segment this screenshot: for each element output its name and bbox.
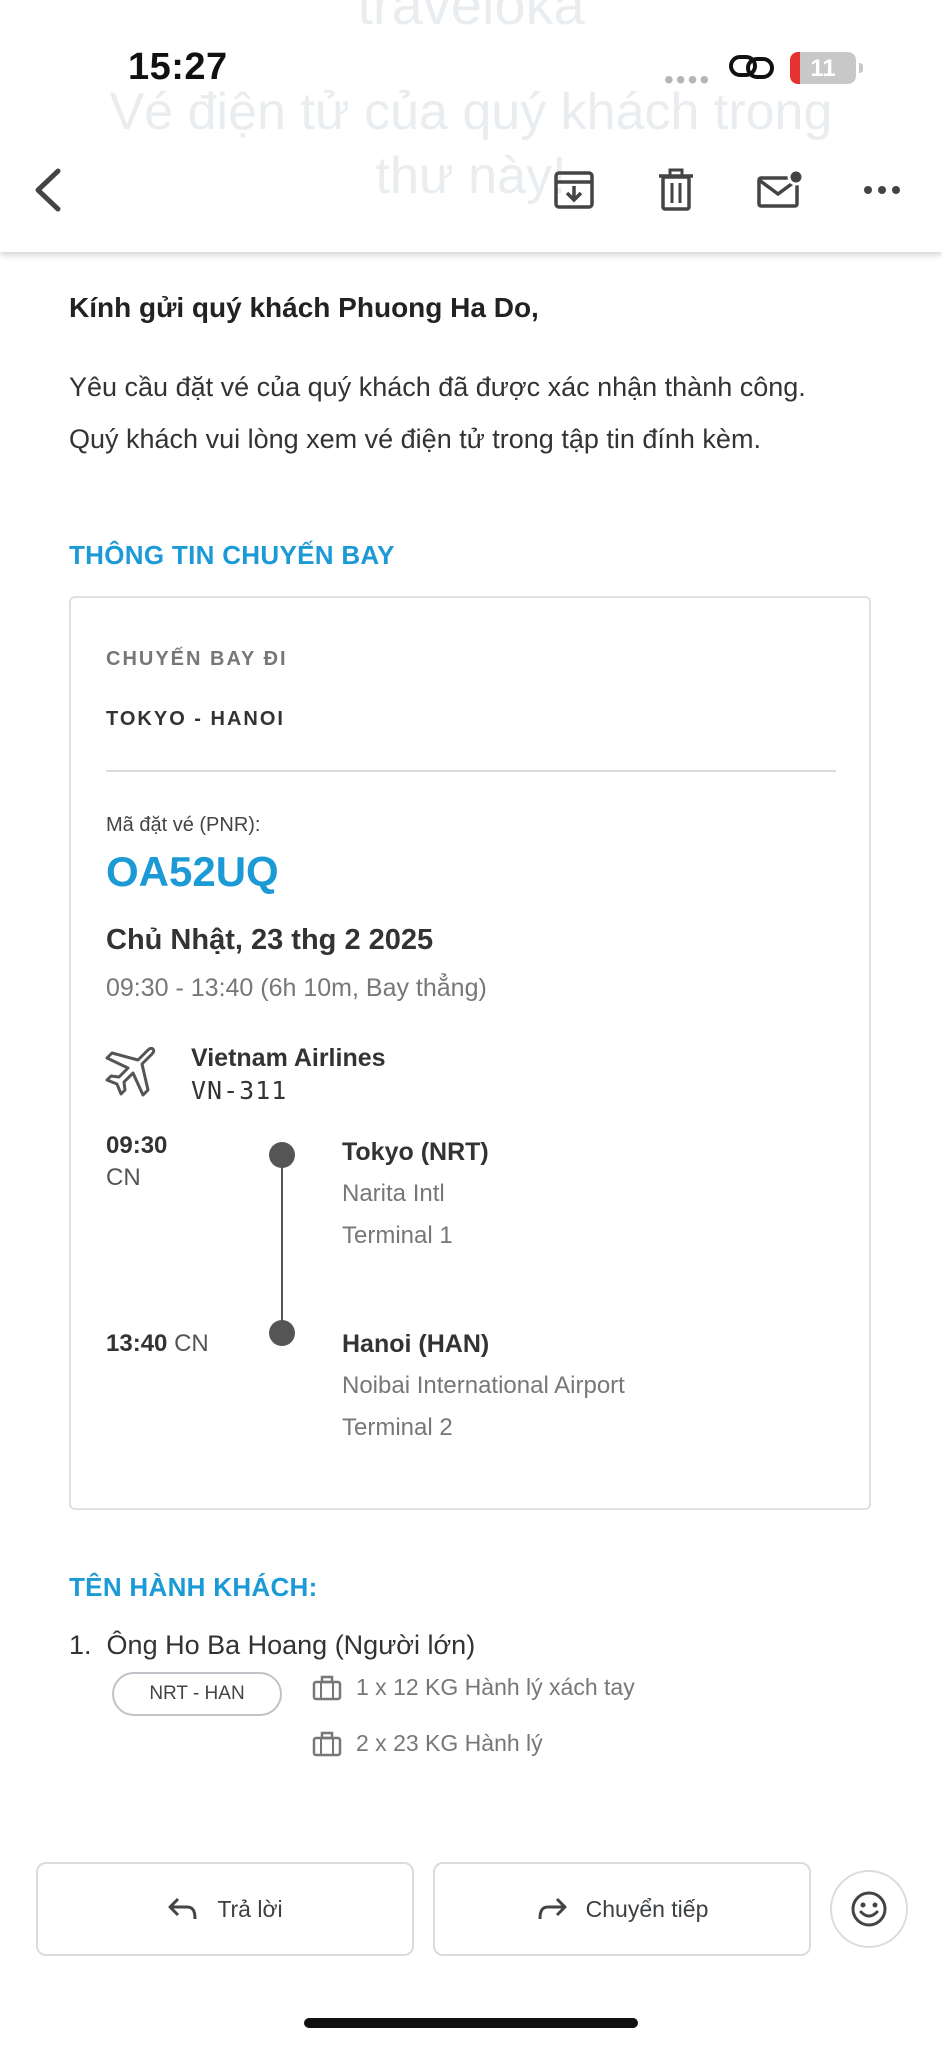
departure-day: CN	[106, 1164, 141, 1191]
arrival-dot	[269, 1320, 295, 1346]
home-indicator	[304, 2018, 638, 2028]
message-line-1: Yêu cầu đặt vé của quý khách đã được xác…	[69, 372, 806, 402]
forward-label: Chuyển tiếp	[585, 1895, 709, 1922]
more-options-button[interactable]	[852, 160, 912, 220]
signal-dots-icon: ••••	[664, 64, 712, 95]
baggage-text-2: 2 x 23 KG Hành lý	[356, 1730, 543, 1756]
arrival-city: Hanoi (HAN)	[342, 1330, 490, 1358]
pnr-label: Mã đặt vé (PNR):	[106, 814, 261, 836]
airplane-icon	[104, 1044, 158, 1103]
archive-icon	[554, 171, 594, 209]
app-header: traveloka Vé điện tử của quý khách trong…	[0, 0, 942, 252]
personal-hotspot-icon	[728, 52, 776, 87]
battery-icon: 11	[790, 52, 863, 84]
luggage-icon	[312, 1675, 342, 1700]
smiley-icon	[851, 1891, 887, 1927]
reply-icon	[168, 1897, 197, 1920]
delete-button[interactable]	[646, 160, 706, 220]
mark-unread-icon	[757, 168, 804, 208]
card-divider	[106, 770, 836, 772]
flight-info-title: THÔNG TIN CHUYẾN BAY	[69, 540, 395, 570]
more-icon	[864, 186, 900, 194]
reply-button[interactable]: Trả lời	[36, 1862, 414, 1956]
itinerary-line	[281, 1160, 283, 1324]
emoji-reaction-button[interactable]	[830, 1870, 908, 1948]
departure-terminal: Terminal 1	[342, 1222, 453, 1249]
trash-icon	[659, 168, 693, 211]
flight-date: Chủ Nhật, 23 thg 2 2025	[106, 924, 434, 956]
flight-number: VN-311	[191, 1076, 288, 1105]
arrival-time: 13:40	[106, 1330, 168, 1357]
battery-level: 11	[810, 55, 836, 82]
flight-time-summary: 09:30 - 13:40 (6h 10m, Bay thẳng)	[106, 974, 487, 1002]
reply-label: Trả lời	[217, 1895, 283, 1922]
passenger-name: Ông Ho Ba Hoang (Người lớn)	[106, 1630, 476, 1660]
passengers-title: TÊN HÀNH KHÁCH:	[69, 1572, 318, 1602]
forward-button[interactable]: Chuyển tiếp	[433, 1862, 811, 1956]
direction-label: CHUYẾN BAY ĐI	[106, 648, 288, 670]
route-label: TOKYO - HANOI	[106, 708, 285, 730]
faded-banner-line-1: Vé điện tử của quý khách trong	[109, 83, 833, 141]
mark-unread-button[interactable]	[750, 160, 810, 220]
back-button[interactable]	[18, 160, 78, 220]
arrival-airport: Noibai International Airport	[342, 1372, 625, 1399]
departure-city: Tokyo (NRT)	[342, 1138, 489, 1166]
baggage-text-1: 1 x 12 KG Hành lý xách tay	[356, 1674, 635, 1700]
segment-pill: NRT - HAN	[112, 1672, 282, 1716]
pnr-code: OA52UQ	[106, 848, 279, 895]
baggage-item-1: 1 x 12 KG Hành lý xách tay	[312, 1674, 635, 1701]
archive-button[interactable]	[544, 160, 604, 220]
luggage-icon	[312, 1731, 342, 1756]
faded-brand-text: traveloka	[357, 0, 585, 36]
baggage-item-2: 2 x 23 KG Hành lý	[312, 1730, 543, 1757]
passenger-index: 1.	[69, 1630, 92, 1660]
forward-icon	[538, 1897, 567, 1920]
passenger-row: 1. Ông Ho Ba Hoang (Người lớn)	[69, 1630, 475, 1661]
greeting: Kính gửi quý khách Phuong Ha Do,	[69, 292, 539, 323]
departure-airport: Narita Intl	[342, 1180, 445, 1207]
back-icon	[35, 168, 61, 212]
arrival-day: CN	[174, 1330, 209, 1357]
departure-time: 09:30	[106, 1132, 168, 1159]
status-time: 15:27	[128, 46, 228, 88]
arrival-time-row: 13:40 CN	[106, 1330, 209, 1358]
airline-name: Vietnam Airlines	[191, 1044, 386, 1072]
message-line-2: Quý khách vui lòng xem vé điện tử trong …	[69, 424, 761, 454]
flight-card: CHUYẾN BAY ĐI TOKYO - HANOI Mã đặt vé (P…	[69, 596, 871, 1510]
arrival-terminal: Terminal 2	[342, 1414, 453, 1441]
